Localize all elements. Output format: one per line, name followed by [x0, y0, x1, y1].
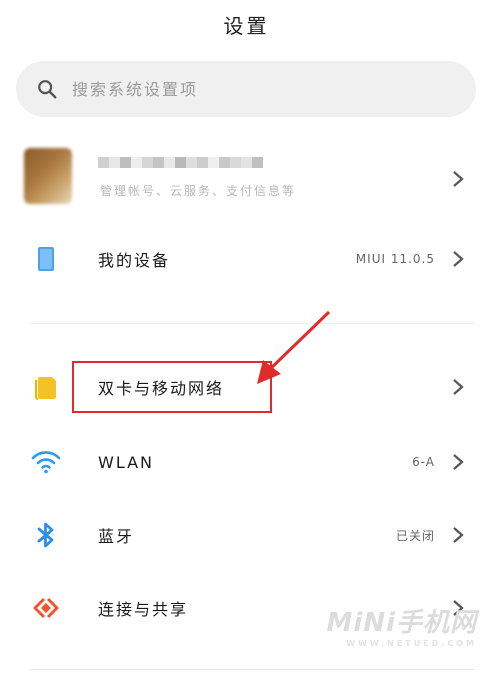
section-divider — [30, 323, 475, 324]
sim-card-icon — [30, 371, 62, 403]
search-bar[interactable] — [16, 61, 476, 117]
page-title: 设置 — [223, 14, 270, 38]
avatar — [24, 148, 72, 204]
search-input[interactable] — [70, 78, 434, 100]
account-name-blurred — [98, 157, 263, 168]
bluetooth-label: 蓝牙 — [98, 527, 135, 546]
annotation-arrow — [257, 310, 331, 384]
connection-sharing-label: 连接与共享 — [98, 600, 189, 619]
wlan-value: 6-A — [412, 455, 435, 469]
my-device-label: 我的设备 — [98, 251, 171, 270]
chevron-right-icon — [453, 379, 464, 395]
my-device-value: MIUI 11.0.5 — [355, 252, 435, 266]
chevron-right-icon — [453, 251, 464, 267]
device-icon — [30, 243, 62, 275]
wlan-label: WLAN — [98, 452, 155, 472]
bluetooth-row[interactable]: 蓝牙 已关闭 — [0, 505, 493, 565]
wlan-row[interactable]: WLAN 6-A — [0, 432, 493, 492]
share-icon — [30, 592, 62, 624]
watermark-site: WWW.NETUED.COM — [346, 639, 477, 648]
chevron-right-icon — [453, 171, 464, 187]
my-device-row[interactable]: 我的设备 MIUI 11.0.5 — [0, 229, 493, 289]
wifi-icon — [30, 446, 62, 478]
section-divider — [30, 669, 475, 670]
highlight-box — [72, 361, 272, 413]
bluetooth-value: 已关闭 — [395, 528, 435, 543]
watermark-brand: MiNi手机网 — [326, 608, 477, 638]
chevron-right-icon — [453, 454, 464, 470]
watermark-logo: MiNi手机网 WWW.NETUED.COM — [327, 602, 477, 648]
chevron-right-icon — [453, 527, 464, 543]
bluetooth-icon — [30, 519, 62, 551]
account-subtitle: 管理帐号、云服务、支付信息等 — [100, 184, 297, 198]
search-icon — [38, 80, 57, 99]
